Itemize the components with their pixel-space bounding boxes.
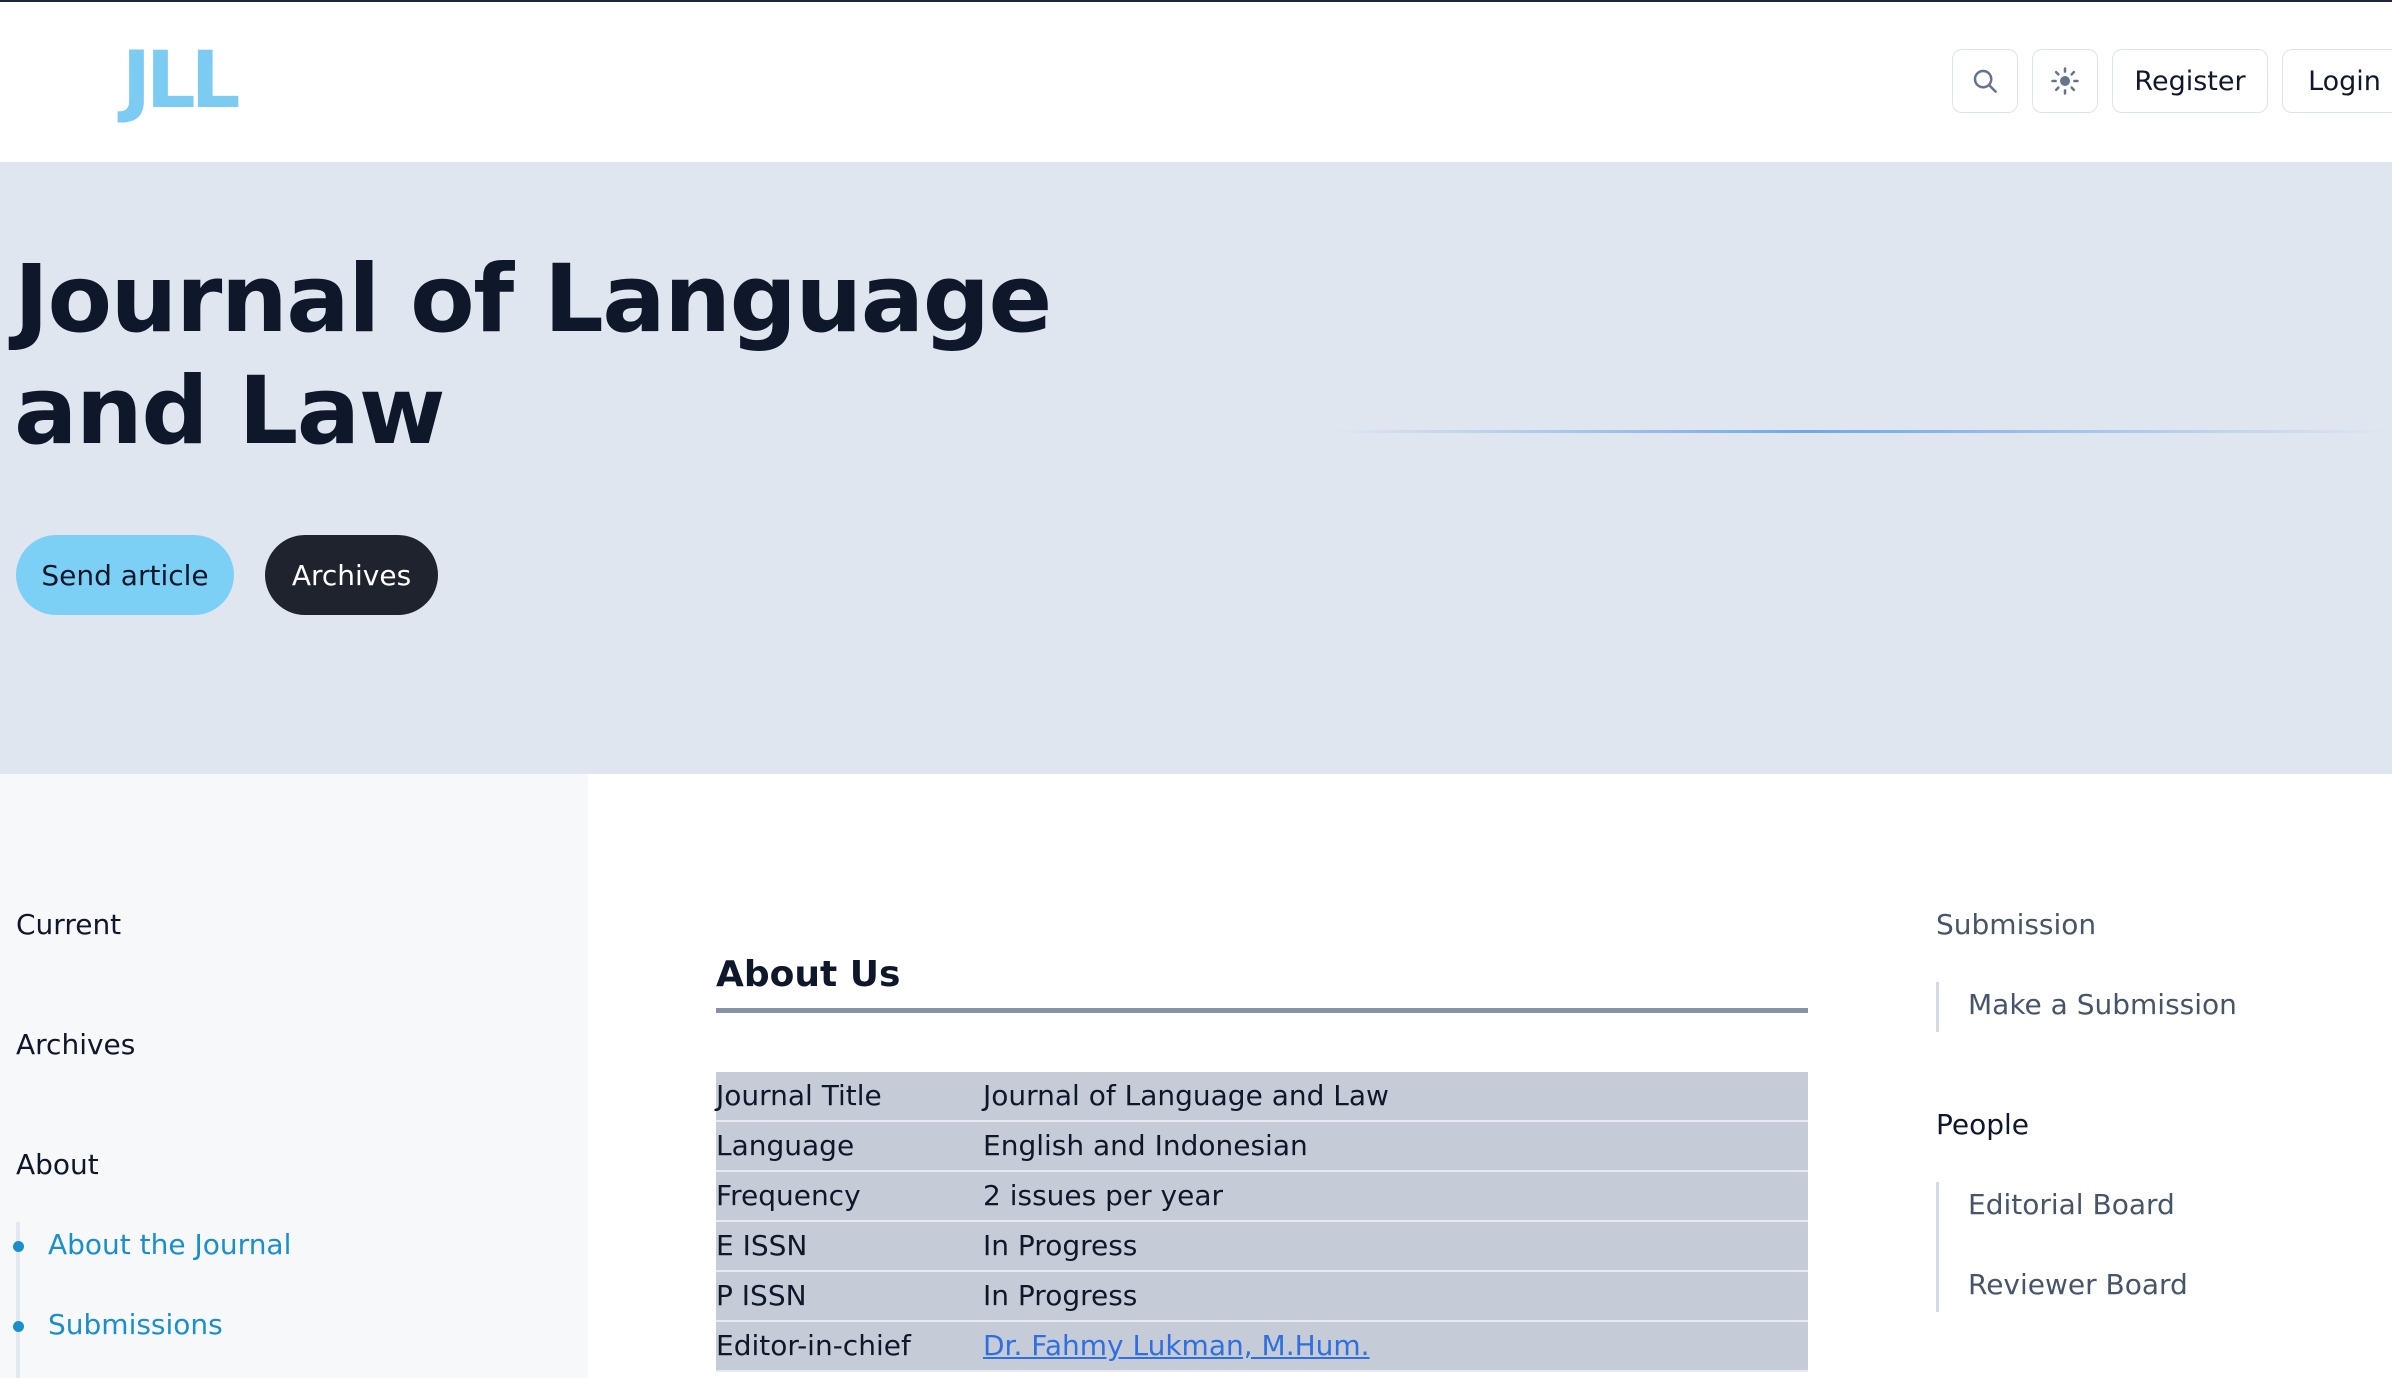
heading-divider bbox=[716, 1008, 1808, 1013]
submission-heading: Submission bbox=[1936, 908, 2097, 941]
make-submission-link[interactable]: Make a Submission bbox=[1968, 988, 2237, 1021]
left-sidebar bbox=[0, 774, 588, 1378]
row-value: Journal of Language and Law bbox=[983, 1079, 1389, 1112]
search-icon bbox=[1973, 69, 1997, 93]
site-header: JLL Register Login bbox=[0, 2, 2392, 162]
row-label: Language bbox=[716, 1129, 855, 1162]
row-value: In Progress bbox=[983, 1279, 1138, 1312]
login-button[interactable]: Login bbox=[2282, 49, 2392, 113]
row-label: E ISSN bbox=[716, 1229, 808, 1262]
nav-submissions[interactable]: Submissions bbox=[48, 1308, 223, 1341]
editorial-board-link[interactable]: Editorial Board bbox=[1968, 1188, 2175, 1221]
archives-button[interactable]: Archives bbox=[265, 535, 438, 615]
table-row: Journal Title Journal of Language and La… bbox=[716, 1072, 1808, 1122]
register-button[interactable]: Register bbox=[2112, 49, 2268, 113]
hero-section: Journal of Language and Law Send article… bbox=[0, 162, 2392, 774]
journal-logo[interactable]: JLL bbox=[122, 35, 240, 127]
send-article-button[interactable]: Send article bbox=[16, 535, 234, 615]
row-value: 2 issues per year bbox=[983, 1179, 1224, 1212]
row-value: English and Indonesian bbox=[983, 1129, 1308, 1162]
people-heading: People bbox=[1936, 1108, 2030, 1141]
journal-info-table: Journal Title Journal of Language and La… bbox=[716, 1072, 1808, 1372]
sun-icon bbox=[2051, 67, 2079, 95]
submission-rail bbox=[1936, 982, 1939, 1032]
active-bullet-icon bbox=[13, 1241, 24, 1252]
row-label: Editor-in-chief bbox=[716, 1329, 911, 1362]
theme-toggle-button[interactable] bbox=[2032, 49, 2098, 113]
table-row: E ISSN In Progress bbox=[716, 1222, 1808, 1272]
row-label: Frequency bbox=[716, 1179, 861, 1212]
nav-archives[interactable]: Archives bbox=[16, 1028, 135, 1061]
nav-about-the-journal[interactable]: About the Journal bbox=[48, 1228, 291, 1261]
about-us-heading: About Us bbox=[716, 954, 901, 995]
people-rail bbox=[1936, 1182, 1939, 1312]
row-value: In Progress bbox=[983, 1229, 1138, 1262]
active-bullet-icon bbox=[13, 1321, 24, 1332]
reviewer-board-link[interactable]: Reviewer Board bbox=[1968, 1268, 2188, 1301]
search-button[interactable] bbox=[1952, 49, 2018, 113]
row-label: P ISSN bbox=[716, 1279, 807, 1312]
editor-in-chief-link[interactable]: Dr. Fahmy Lukman, M.Hum. bbox=[983, 1329, 1370, 1362]
table-row: Language English and Indonesian bbox=[716, 1122, 1808, 1172]
table-row: Frequency 2 issues per year bbox=[716, 1172, 1808, 1222]
row-label: Journal Title bbox=[716, 1079, 882, 1112]
table-row: P ISSN In Progress bbox=[716, 1272, 1808, 1322]
nav-current[interactable]: Current bbox=[16, 908, 121, 941]
nav-about[interactable]: About bbox=[16, 1148, 99, 1181]
table-row: Editor-in-chief Dr. Fahmy Lukman, M.Hum. bbox=[716, 1322, 1808, 1372]
journal-title: Journal of Language and Law bbox=[14, 245, 1052, 466]
decorative-line bbox=[1330, 430, 2392, 433]
